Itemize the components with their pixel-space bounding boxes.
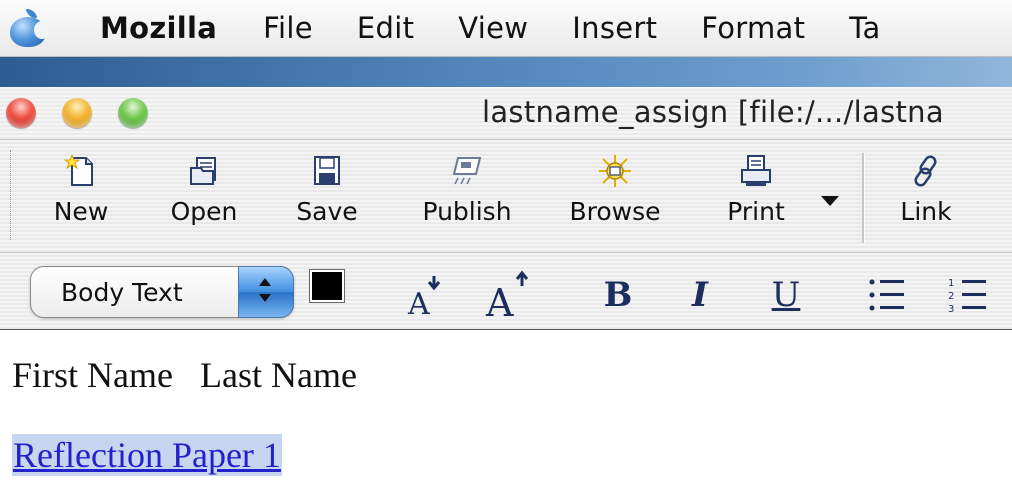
publish-icon [452,157,482,185]
new-button[interactable]: New [46,150,116,240]
bold-button[interactable]: B [598,268,638,322]
print-button[interactable]: Print [716,150,796,240]
apple-icon[interactable] [6,7,52,48]
menu-view[interactable]: View [458,11,528,45]
window-title-bar[interactable]: lastname_assign [file:/.../lastna [0,87,1012,140]
open-folder-icon [190,157,216,185]
browse-button-label: Browse [569,197,661,226]
paragraph-style-select[interactable]: Body Text [30,266,294,318]
toolbar-grip[interactable] [10,150,14,240]
toolbar-separator [862,153,865,243]
document-editor[interactable]: First Name Last Name Reflection Paper 1 [0,330,1012,480]
printer-icon [741,155,771,186]
composition-toolbar: New Open Save Publish Browse Print Link [0,140,1012,253]
save-button[interactable]: Save [292,150,362,240]
increase-font-icon: A [485,270,529,322]
open-button[interactable]: Open [164,150,244,240]
menu-format[interactable]: Format [701,11,805,45]
svg-text:A: A [407,287,430,320]
svg-text:A: A [485,281,514,322]
bulleted-list-button[interactable] [864,272,908,318]
name-line: First Name Last Name [12,355,357,395]
italic-button[interactable]: I [680,268,720,322]
link-icon [914,155,937,187]
underline-icon: U [771,275,801,315]
menu-app-mozilla[interactable]: Mozilla [100,11,217,45]
save-button-label: Save [296,197,358,226]
link-button-label: Link [900,197,952,226]
menu-bar: Mozilla File Edit View Insert Format Ta [0,0,1012,57]
select-stepper-icon [238,266,294,318]
bulleted-list-icon [869,279,904,311]
decrease-font-icon: A [407,276,441,320]
decrease-font-size-button[interactable]: A [404,272,448,320]
svg-text:2: 2 [948,291,954,302]
reflection-paper-link[interactable]: Reflection Paper 1 [12,434,282,476]
svg-text:1: 1 [948,278,954,289]
publish-button[interactable]: Publish [412,150,522,240]
window-title: lastname_assign [file:/.../lastna [482,95,944,129]
menu-insert[interactable]: Insert [572,11,657,45]
desktop-background [0,57,1012,87]
svg-text:3: 3 [948,304,954,315]
foreground-color-swatch[interactable] [309,269,345,303]
increase-font-size-button[interactable]: A [484,268,538,322]
new-button-label: New [53,197,109,226]
zoom-window-button[interactable] [118,98,148,128]
numbered-list-icon: 1 2 3 [948,278,986,315]
publish-button-label: Publish [422,197,512,226]
text-color-picker[interactable] [309,269,368,320]
numbered-list-button[interactable]: 1 2 3 [946,272,990,318]
link-button[interactable]: Link [886,150,966,240]
menu-edit[interactable]: Edit [357,11,414,45]
browse-icon [599,155,631,187]
new-document-icon [64,154,93,186]
close-window-button[interactable] [6,98,36,128]
menu-file[interactable]: File [263,11,313,45]
print-dropdown-arrow-icon[interactable] [821,196,839,206]
minimize-window-button[interactable] [62,98,92,128]
browse-button[interactable]: Browse [560,150,670,240]
menu-table[interactable]: Ta [849,11,880,45]
bold-icon: B [603,275,633,315]
save-disk-icon [314,156,340,185]
paragraph-style-value: Body Text [61,278,183,307]
underline-button[interactable]: U [766,268,806,322]
italic-icon: I [692,275,708,315]
open-button-label: Open [170,197,238,226]
print-button-label: Print [727,197,785,226]
